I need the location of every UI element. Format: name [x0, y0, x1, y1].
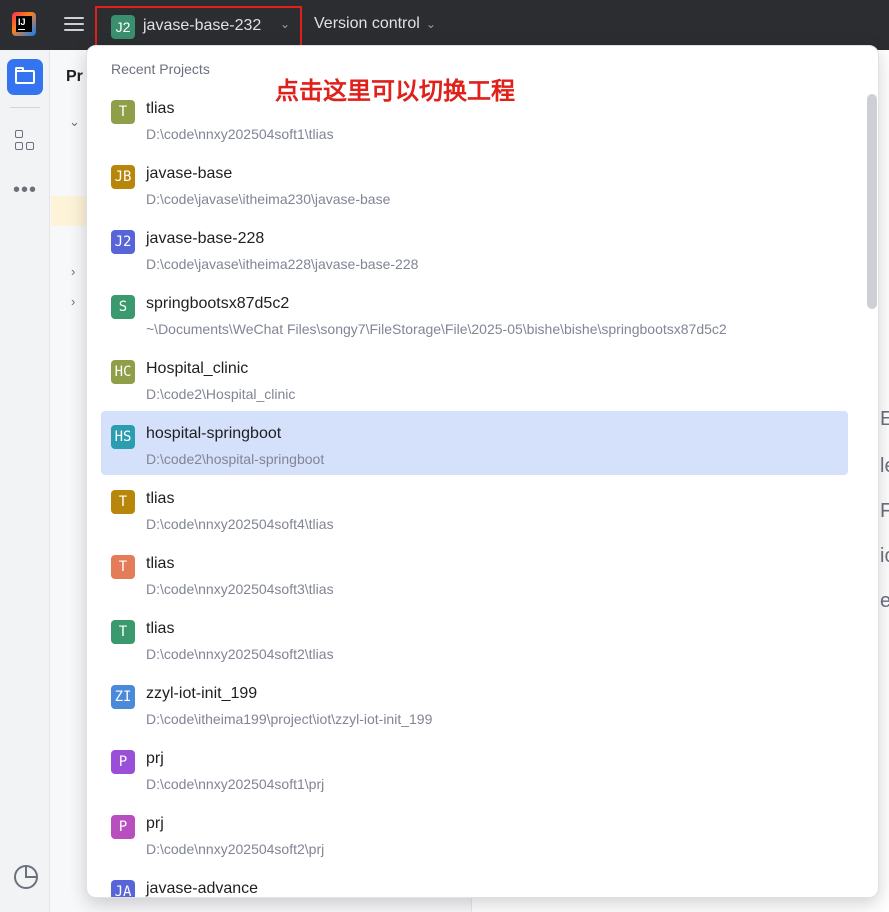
project-name: tlias: [146, 620, 175, 637]
recent-project-item[interactable]: Ttlias D:\code\nnxy202504soft1\tlias: [101, 86, 848, 150]
selected-tree-row: [51, 196, 91, 226]
project-path: D:\code\itheima199\project\iot\zzyl-iot-…: [146, 711, 433, 727]
project-name: javase-base-228: [146, 230, 265, 247]
recent-project-item[interactable]: Sspringbootsx87d5c2 ~\Documents\WeChat Fi…: [101, 281, 848, 345]
divider: [10, 107, 40, 108]
editor-text-fragment: ic: [880, 545, 889, 567]
project-badge: HS: [111, 425, 135, 449]
project-badge: T: [111, 490, 135, 514]
recent-project-item[interactable]: HC Hospital_clinic D:\code2\Hospital_clini…: [101, 346, 848, 410]
project-name: javase-base: [146, 165, 233, 182]
project-path: ~\Documents\WeChat Files\songy7\FileStor…: [146, 321, 727, 337]
recent-project-item[interactable]: JA javase-advance: [101, 866, 848, 897]
structure-icon[interactable]: [13, 129, 37, 153]
current-project-name: javase-base-232: [143, 17, 262, 34]
main-menu-icon[interactable]: [63, 14, 85, 34]
chevron-down-icon: ⌄: [425, 17, 436, 31]
project-name: javase-advance: [146, 880, 259, 897]
project-badge: P: [111, 815, 135, 839]
project-name: prj: [146, 815, 164, 832]
scrollbar-thumb[interactable]: [867, 94, 877, 309]
recent-project-item[interactable]: JB javase-base D:\code\javase\itheima230\j…: [101, 151, 848, 215]
project-name: hospital-springboot: [146, 425, 282, 442]
recent-project-item[interactable]: J2 javase-base-228 D:\code\javase\itheima2…: [101, 216, 848, 280]
tool-window-strip: •••: [0, 50, 50, 912]
recent-project-item[interactable]: ZI zzyl-iot-init_199 D:\code\itheima199\pr…: [101, 671, 848, 735]
intellij-logo-icon[interactable]: IJ: [12, 12, 36, 36]
title-bar: IJ J2 javase-base-232 ⌄ Version control ⌄: [0, 0, 889, 50]
editor-text-fragment: E: [880, 408, 889, 430]
project-path: D:\code\nnxy202504soft1\prj: [146, 776, 325, 792]
project-badge: S: [111, 295, 135, 319]
recent-project-item[interactable]: Pprj D:\code\nnxy202504soft2\prj: [101, 801, 848, 865]
more-tools-icon[interactable]: •••: [13, 178, 37, 202]
project-badge: JB: [111, 165, 135, 189]
project-switcher-button[interactable]: J2 javase-base-232 ⌄: [95, 6, 302, 48]
project-badge: J2: [111, 15, 135, 39]
chevron-down-icon[interactable]: ⌄: [69, 114, 80, 130]
version-control-button[interactable]: Version control ⌄: [314, 15, 436, 33]
project-badge: T: [111, 100, 135, 124]
project-badge: ZI: [111, 685, 135, 709]
popup-header: Recent Projects: [111, 61, 210, 77]
project-badge: T: [111, 620, 135, 644]
project-path: D:\code2\Hospital_clinic: [146, 386, 296, 402]
project-name: prj: [146, 750, 164, 767]
recent-projects-popup: Recent Projects 点击这里可以切换工程 Ttlias D:\code…: [86, 45, 879, 898]
chevron-right-icon[interactable]: ›: [71, 294, 75, 309]
editor-text-fragment: es: [880, 590, 889, 612]
project-badge: P: [111, 750, 135, 774]
project-path: D:\code\javase\itheima230\javase-base: [146, 191, 391, 207]
project-path: D:\code\nnxy202504soft3\tlias: [146, 581, 334, 597]
project-badge: T: [111, 555, 135, 579]
profiler-icon[interactable]: [14, 865, 38, 889]
recent-project-item[interactable]: HS hospital-springboot D:\code2\hospital-s…: [101, 411, 848, 475]
project-name: tlias: [146, 555, 175, 572]
project-name: Hospital_clinic: [146, 360, 249, 377]
editor-text-fragment: F: [880, 500, 889, 522]
project-path: D:\code2\hospital-springboot: [146, 451, 325, 467]
recent-project-item[interactable]: Ttlias D:\code\nnxy202504soft3\tlias: [101, 541, 848, 605]
project-badge: HC: [111, 360, 135, 384]
project-badge: J2: [111, 230, 135, 254]
folder-icon-body: [15, 70, 35, 84]
project-path: D:\code\nnxy202504soft1\tlias: [146, 126, 334, 142]
editor-text-fragment: le: [880, 455, 889, 477]
project-panel-title: Pr: [66, 68, 83, 85]
project-path: D:\code\nnxy202504soft4\tlias: [146, 516, 334, 532]
recent-project-item[interactable]: Ttlias D:\code\nnxy202504soft4\tlias: [101, 476, 848, 540]
project-name: springbootsx87d5c2: [146, 295, 290, 312]
project-name: tlias: [146, 100, 175, 117]
project-badge: JA: [111, 880, 135, 897]
project-tool-button[interactable]: [7, 59, 43, 95]
project-name: zzyl-iot-init_199: [146, 685, 258, 702]
recent-project-item[interactable]: Ttlias D:\code\nnxy202504soft2\tlias: [101, 606, 848, 670]
project-path: D:\code\javase\itheima228\javase-base-22…: [146, 256, 419, 272]
project-name: tlias: [146, 490, 175, 507]
recent-project-item[interactable]: Pprj D:\code\nnxy202504soft1\prj: [101, 736, 848, 800]
chevron-down-icon: ⌄: [280, 17, 291, 31]
project-path: D:\code\nnxy202504soft2\prj: [146, 841, 325, 857]
version-control-label: Version control: [314, 15, 420, 32]
project-path: D:\code\nnxy202504soft2\tlias: [146, 646, 334, 662]
chevron-right-icon[interactable]: ›: [71, 264, 75, 279]
